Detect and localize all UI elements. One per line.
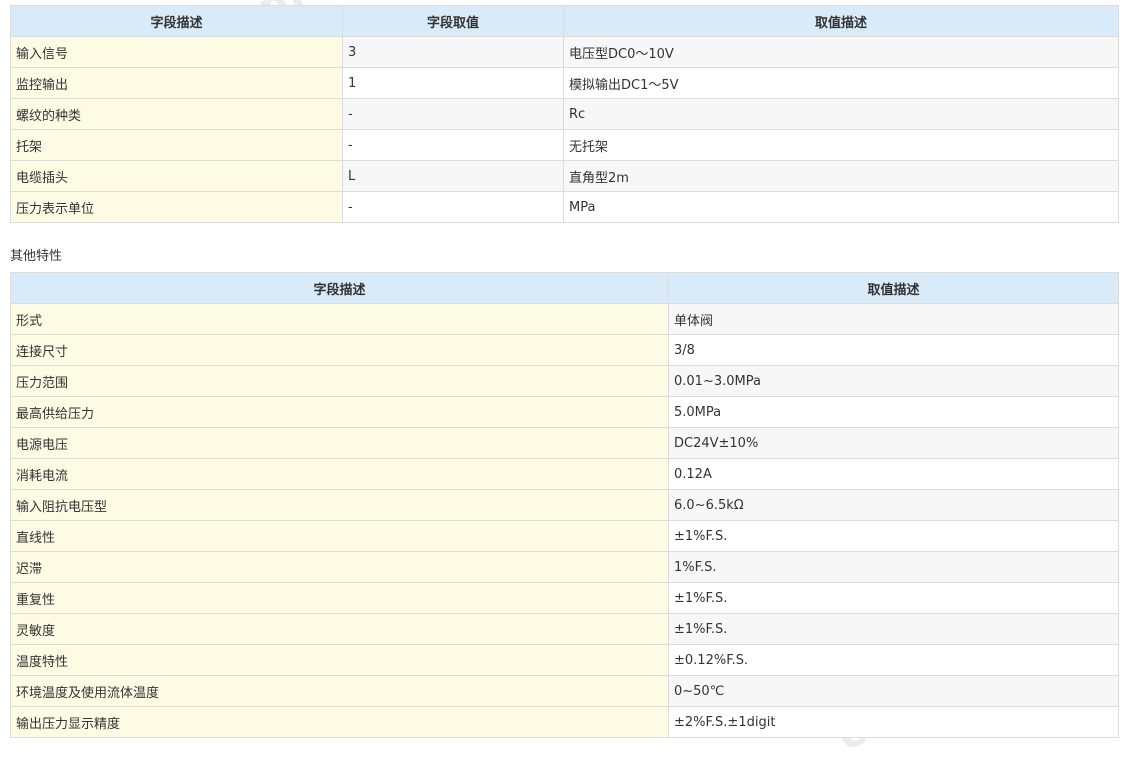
table-row: 重复性 ±1%F.S. [10,582,1119,614]
field-description-cell: 压力范围 [10,365,669,397]
table-row: 环境温度及使用流体温度 0~50℃ [10,675,1119,707]
field-description-cell: 消耗电流 [10,458,669,490]
field-value-cell: - [342,129,564,161]
value-description-cell: 电压型DC0～10V [563,36,1119,68]
field-description-cell: 托架 [10,129,343,161]
table-row: 电源电压 DC24V±10% [10,427,1119,459]
value-description-cell: Rc [563,98,1119,130]
table-row: 迟滞 1%F.S. [10,551,1119,583]
value-description-cell: 0~50℃ [668,675,1119,707]
field-description-cell: 重复性 [10,582,669,614]
value-description-cell: 5.0MPa [668,396,1119,428]
table-header-row: 字段描述 字段取值 取值描述 [10,5,1119,37]
table-row: 直线性 ±1%F.S. [10,520,1119,552]
value-description-cell: 模拟输出DC1～5V [563,67,1119,99]
value-description-cell: DC24V±10% [668,427,1119,459]
section-title-other-characteristics: 其他特性 [10,249,63,264]
field-description-cell: 迟滞 [10,551,669,583]
field-description-cell: 形式 [10,303,669,335]
value-description-cell: 1%F.S. [668,551,1119,583]
table-row: 输出压力显示精度 ±2%F.S.±1digit [10,706,1119,738]
value-description-cell: ±1%F.S. [668,613,1119,645]
field-value-cell: 3 [342,36,564,68]
field-value-cell: - [342,191,564,223]
value-description-cell: MPa [563,191,1119,223]
field-description-cell: 环境温度及使用流体温度 [10,675,669,707]
value-description-cell: ±1%F.S. [668,582,1119,614]
header-value-description: 取值描述 [563,5,1119,37]
value-description-cell: 6.0~6.5kΩ [668,489,1119,521]
table-row: 螺纹的种类 - Rc [10,98,1119,130]
table-row: 输入阻抗电压型 6.0~6.5kΩ [10,489,1119,521]
table-row: 消耗电流 0.12A [10,458,1119,490]
value-description-cell: ±2%F.S.±1digit [668,706,1119,738]
field-description-cell: 灵敏度 [10,613,669,645]
value-description-cell: 直角型2m [563,160,1119,192]
header-field-description: 字段描述 [10,272,669,304]
header-value-description: 取值描述 [668,272,1119,304]
value-description-cell: 0.12A [668,458,1119,490]
field-value-cell: L [342,160,564,192]
value-description-cell: 3/8 [668,334,1119,366]
field-description-cell: 输出压力显示精度 [10,706,669,738]
table-row: 电缆插头 L 直角型2m [10,160,1119,192]
field-description-cell: 螺纹的种类 [10,98,343,130]
field-description-cell: 输入信号 [10,36,343,68]
table-header-row: 字段描述 取值描述 [10,272,1119,304]
header-field-description: 字段描述 [10,5,343,37]
field-description-cell: 监控输出 [10,67,343,99]
field-value-cell: - [342,98,564,130]
table-row: 最高供给压力 5.0MPa [10,396,1119,428]
table-row: 输入信号 3 电压型DC0～10V [10,36,1119,68]
table-row: 压力范围 0.01~3.0MPa [10,365,1119,397]
field-description-cell: 直线性 [10,520,669,552]
field-description-cell: 输入阻抗电压型 [10,489,669,521]
table-row: 托架 - 无托架 [10,129,1119,161]
model-code-table: 字段描述 字段取值 取值描述 输入信号 3 电压型DC0～10V 监控输出 1 … [10,5,1119,223]
value-description-cell: ±0.12%F.S. [668,644,1119,676]
field-description-cell: 温度特性 [10,644,669,676]
field-description-cell: 电源电压 [10,427,669,459]
field-description-cell: 电缆插头 [10,160,343,192]
table-row: 温度特性 ±0.12%F.S. [10,644,1119,676]
value-description-cell: 0.01~3.0MPa [668,365,1119,397]
table-row: 压力表示单位 - MPa [10,191,1119,223]
value-description-cell: 单体阀 [668,303,1119,335]
table-row: 连接尺寸 3/8 [10,334,1119,366]
field-description-cell: 连接尺寸 [10,334,669,366]
value-description-cell: 无托架 [563,129,1119,161]
field-description-cell: 最高供给压力 [10,396,669,428]
table-row: 形式 单体阀 [10,303,1119,335]
characteristics-table: 字段描述 取值描述 形式 单体阀 连接尺寸 3/8 压力范围 0.01~3.0M… [10,272,1119,738]
field-value-cell: 1 [342,67,564,99]
table-row: 灵敏度 ±1%F.S. [10,613,1119,645]
table-row: 监控输出 1 模拟输出DC1～5V [10,67,1119,99]
value-description-cell: ±1%F.S. [668,520,1119,552]
header-field-value: 字段取值 [342,5,564,37]
field-description-cell: 压力表示单位 [10,191,343,223]
